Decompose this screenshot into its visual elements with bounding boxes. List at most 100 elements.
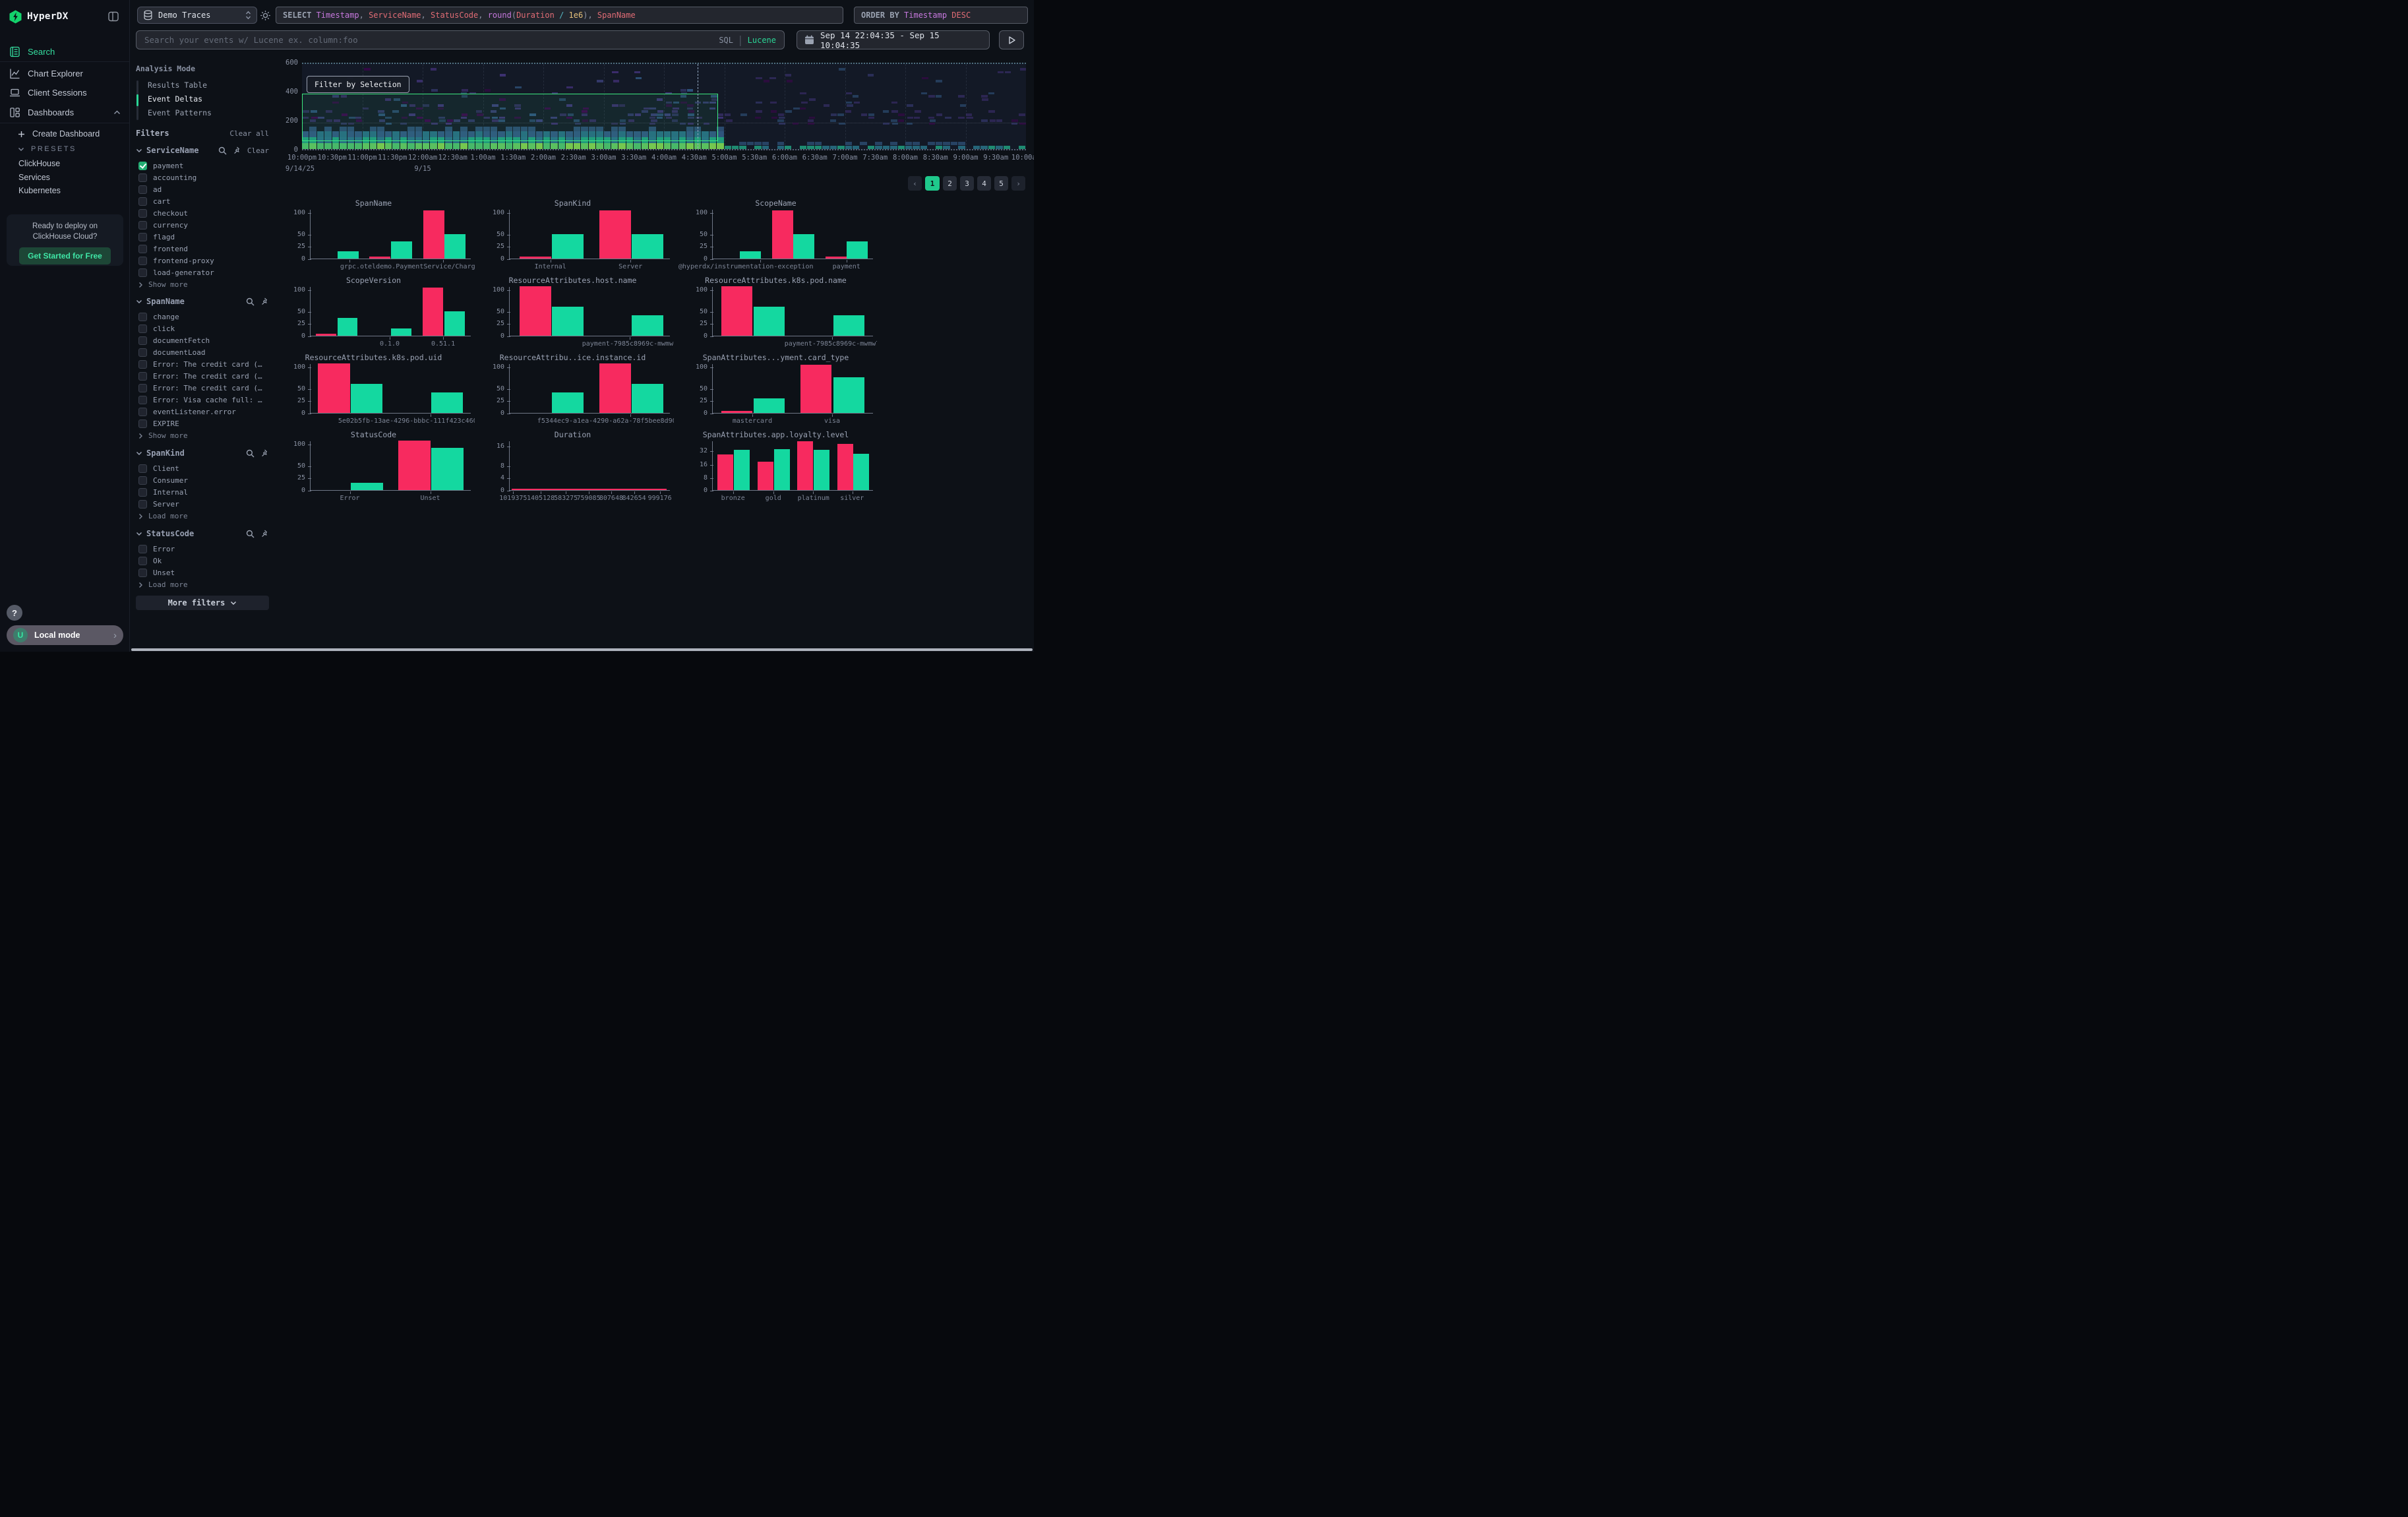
filter-option-flagd[interactable]: flagd — [138, 232, 269, 242]
checkbox[interactable] — [138, 500, 147, 509]
help-button[interactable]: ? — [7, 605, 22, 621]
filter-load-more-spankind[interactable]: Load more — [138, 512, 188, 520]
checkbox[interactable] — [138, 325, 147, 333]
filter-option-ok[interactable]: Ok — [138, 555, 269, 566]
checkbox[interactable] — [138, 221, 147, 230]
sidebar-collapse-icon[interactable] — [107, 10, 120, 23]
search-icon[interactable] — [246, 297, 255, 306]
run-query-button[interactable] — [999, 30, 1024, 49]
checkbox[interactable] — [138, 569, 147, 577]
chevron-down-icon[interactable] — [136, 299, 142, 304]
chevron-down-icon[interactable] — [136, 532, 142, 536]
filter-option-unset[interactable]: Unset — [138, 567, 269, 578]
filter-option-expire[interactable]: EXPIRE — [138, 418, 269, 429]
checkbox[interactable] — [138, 313, 147, 321]
filter-option-frontend-proxy[interactable]: frontend-proxy — [138, 255, 269, 266]
filter-show-more-spanname[interactable]: Show more — [138, 431, 188, 440]
sidebar-preset-services[interactable]: Services — [0, 171, 130, 184]
pagination-page-1[interactable]: 1 — [925, 176, 940, 191]
pagination-next-button[interactable]: › — [1011, 176, 1025, 191]
chevron-down-icon[interactable] — [136, 148, 142, 153]
checkbox[interactable] — [138, 372, 147, 381]
gear-icon[interactable] — [260, 10, 271, 21]
filter-option-currency[interactable]: currency — [138, 220, 269, 230]
mode-sql-toggle[interactable]: SQL — [719, 36, 733, 45]
filter-option-error-visa-cache-full-[interactable]: Error: Visa cache full: … — [138, 394, 269, 405]
checkbox[interactable] — [138, 173, 147, 182]
heatmap-selection[interactable] — [302, 94, 718, 141]
filter-option-documentfetch[interactable]: documentFetch — [138, 335, 269, 346]
pin-icon[interactable] — [260, 297, 269, 306]
checkbox[interactable] — [138, 488, 147, 497]
search-input[interactable]: Search your events w/ Lucene ex. column:… — [136, 30, 785, 49]
analysis-mode-event-deltas[interactable]: Event Deltas — [148, 94, 202, 106]
sidebar-preset-kubernetes[interactable]: Kubernetes — [0, 184, 130, 197]
filter-option-ad[interactable]: ad — [138, 184, 269, 195]
analysis-mode-results-table[interactable]: Results Table — [148, 80, 207, 92]
checkbox[interactable] — [138, 257, 147, 265]
get-started-button[interactable]: Get Started for Free — [19, 247, 111, 264]
pin-icon[interactable] — [233, 146, 241, 155]
checkbox[interactable] — [138, 419, 147, 428]
filter-option-error-the-credit-card-[interactable]: Error: The credit card (… — [138, 359, 269, 369]
checkbox[interactable] — [138, 557, 147, 565]
filter-option-eventlistener-error[interactable]: eventListener.error — [138, 406, 269, 417]
checkbox[interactable] — [138, 384, 147, 392]
heatmap-plot[interactable]: Filter by Selection — [302, 63, 1026, 150]
filter-option-error[interactable]: Error — [138, 543, 269, 554]
order-by-input[interactable]: ORDER BY Timestamp DESC — [854, 7, 1028, 24]
chevron-down-icon[interactable] — [136, 451, 142, 456]
pagination-page-4[interactable]: 4 — [977, 176, 991, 191]
filter-option-documentload[interactable]: documentLoad — [138, 347, 269, 357]
checkbox[interactable] — [138, 209, 147, 218]
sql-select-input[interactable]: SELECT Timestamp, ServiceName, StatusCod… — [276, 7, 843, 24]
filter-option-cart[interactable]: cart — [138, 196, 269, 206]
pagination-prev-button[interactable]: ‹ — [908, 176, 922, 191]
filter-option-click[interactable]: click — [138, 323, 269, 334]
checkbox[interactable] — [138, 476, 147, 485]
filter-show-more-servicename[interactable]: Show more — [138, 280, 188, 289]
checkbox[interactable] — [138, 396, 147, 404]
checkbox[interactable] — [138, 464, 147, 473]
search-icon[interactable] — [218, 146, 227, 155]
filter-option-change[interactable]: change — [138, 311, 269, 322]
pagination-page-5[interactable]: 5 — [994, 176, 1008, 191]
checkbox[interactable] — [138, 162, 147, 170]
local-mode-button[interactable]: U Local mode › — [7, 625, 123, 645]
mode-lucene-toggle[interactable]: Lucene — [748, 36, 776, 45]
filter-option-load-generator[interactable]: load-generator — [138, 267, 269, 278]
checkbox[interactable] — [138, 408, 147, 416]
checkbox[interactable] — [138, 245, 147, 253]
filter-option-consumer[interactable]: Consumer — [138, 475, 269, 485]
pagination-page-3[interactable]: 3 — [960, 176, 974, 191]
pin-icon[interactable] — [260, 449, 269, 458]
analysis-mode-event-patterns[interactable]: Event Patterns — [148, 108, 212, 120]
sidebar-item-dashboards[interactable]: Dashboards — [0, 104, 130, 120]
scrollbar-thumb[interactable] — [131, 648, 1033, 651]
presets-toggle[interactable]: PRESETS — [0, 142, 130, 156]
sidebar-item-chart-explorer[interactable]: Chart Explorer — [0, 65, 130, 81]
horizontal-scrollbar[interactable] — [130, 648, 1034, 652]
search-icon[interactable] — [246, 449, 255, 458]
filter-option-error-the-credit-card-[interactable]: Error: The credit card (… — [138, 383, 269, 393]
filter-option-frontend[interactable]: frontend — [138, 243, 269, 254]
filter-option-payment[interactable]: payment — [138, 160, 269, 171]
filter-option-internal[interactable]: Internal — [138, 487, 269, 497]
pin-icon[interactable] — [260, 530, 269, 538]
checkbox[interactable] — [138, 336, 147, 345]
filter-option-server[interactable]: Server — [138, 499, 269, 509]
checkbox[interactable] — [138, 185, 147, 194]
filter-option-accounting[interactable]: accounting — [138, 172, 269, 183]
filter-option-client[interactable]: Client — [138, 463, 269, 474]
filter-option-error-the-credit-card-[interactable]: Error: The credit card (… — [138, 371, 269, 381]
sidebar-item-client-sessions[interactable]: Client Sessions — [0, 84, 130, 100]
filter-option-checkout[interactable]: checkout — [138, 208, 269, 218]
source-select[interactable]: Demo Traces — [137, 7, 257, 24]
clear-all-button[interactable]: Clear all — [229, 129, 269, 138]
filter-by-selection-button[interactable]: Filter by Selection — [307, 76, 409, 93]
create-dashboard-button[interactable]: Create Dashboard — [0, 127, 130, 140]
checkbox[interactable] — [138, 268, 147, 277]
filter-load-more-statuscode[interactable]: Load more — [138, 580, 188, 589]
checkbox[interactable] — [138, 360, 147, 369]
checkbox[interactable] — [138, 197, 147, 206]
